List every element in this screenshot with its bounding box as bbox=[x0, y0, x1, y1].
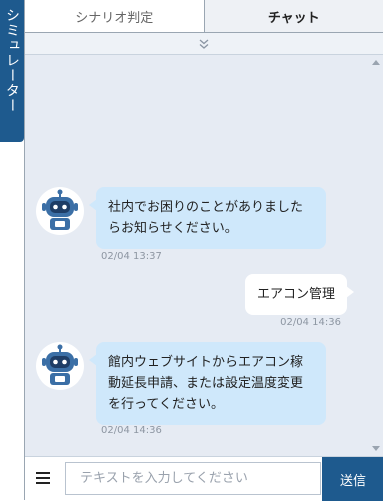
bot-message-bubble: 社内でお困りのことがありましたらお知らせください。 bbox=[96, 187, 326, 249]
bot-avatar-icon bbox=[36, 187, 84, 235]
scroll-down-arrow-icon[interactable] bbox=[372, 446, 380, 451]
double-chevron-down-icon bbox=[199, 39, 209, 49]
scroll-up-arrow-icon[interactable] bbox=[372, 60, 380, 65]
user-message-bubble: エアコン管理 bbox=[245, 274, 347, 315]
simulator-side-tab-label: シミュレーター bbox=[2, 0, 22, 142]
chat-panel: シナリオ判定 チャット 社内でお困りのことがありました bbox=[24, 0, 383, 500]
simulator-side-tab[interactable]: シミュレーター bbox=[0, 0, 24, 142]
collapse-bar[interactable] bbox=[25, 33, 383, 55]
message-timestamp: 02/04 13:37 bbox=[101, 251, 162, 262]
chat-message-area[interactable]: 社内でお困りのことがありましたらお知らせください。 02/04 13:37 エア… bbox=[25, 55, 383, 456]
user-message-text: エアコン管理 bbox=[257, 287, 335, 302]
tab-bar: シナリオ判定 チャット bbox=[25, 0, 383, 33]
message-timestamp: 02/04 14:36 bbox=[280, 317, 341, 328]
bot-message-text: 社内でお困りのことがありましたらお知らせください。 bbox=[108, 200, 303, 236]
send-button[interactable]: 送信 bbox=[322, 457, 383, 501]
message-timestamp: 02/04 14:36 bbox=[101, 425, 162, 436]
tab-chat[interactable]: チャット bbox=[205, 0, 383, 32]
bot-avatar-icon bbox=[36, 342, 84, 390]
bot-message-bubble: 館内ウェブサイトからエアコン稼動延長申請、または設定温度変更を行ってください。 bbox=[96, 342, 326, 425]
tab-scenario-judgement[interactable]: シナリオ判定 bbox=[25, 0, 205, 32]
chat-footer: 送信 bbox=[25, 456, 383, 500]
hamburger-menu-icon[interactable] bbox=[33, 468, 53, 488]
bot-message-text: 館内ウェブサイトからエアコン稼動延長申請、または設定温度変更を行ってください。 bbox=[108, 355, 303, 412]
message-input[interactable] bbox=[65, 462, 321, 495]
chat-scrollbar[interactable] bbox=[370, 55, 383, 456]
